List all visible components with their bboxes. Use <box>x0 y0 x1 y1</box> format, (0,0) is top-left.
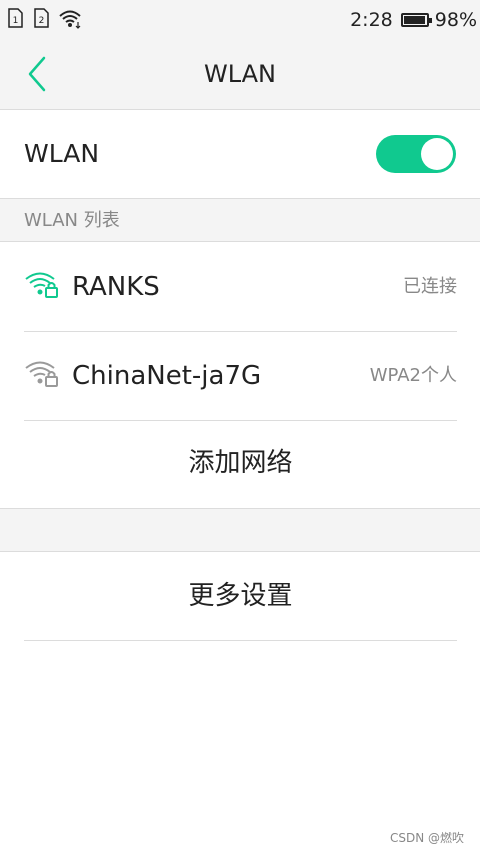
status-time: 2:28 <box>350 9 393 31</box>
wlan-toggle-switch[interactable] <box>376 135 456 173</box>
status-bar: 1 2 2:28 98% <box>0 0 480 40</box>
wlan-list-header: WLAN 列表 <box>0 198 480 242</box>
app-header: WLAN <box>0 40 480 110</box>
wlan-list-title: WLAN 列表 <box>24 210 120 231</box>
battery-icon <box>400 13 432 27</box>
wlan-toggle-label: WLAN <box>24 139 100 168</box>
wifi-lock-icon <box>24 358 60 392</box>
network-ssid: RANKS <box>72 272 160 302</box>
wifi-signal-icon <box>58 8 82 34</box>
network-item-chinanet[interactable]: ChinaNet-ja7G WPA2个人 <box>24 332 457 421</box>
battery-percent: 98% <box>434 9 477 31</box>
status-right: 2:28 98% <box>350 0 477 40</box>
svg-text:2: 2 <box>39 16 45 26</box>
more-settings-button[interactable]: 更多设置 <box>24 552 457 641</box>
wlan-toggle-row[interactable]: WLAN <box>0 110 480 198</box>
network-item-ranks[interactable]: RANKS 已连接 <box>24 243 457 332</box>
svg-text:1: 1 <box>13 16 19 26</box>
add-network-button[interactable]: 添加网络 <box>24 420 457 508</box>
toggle-knob <box>421 138 453 170</box>
network-security: WPA2个人 <box>369 365 457 386</box>
battery-level <box>403 16 426 24</box>
sim1-icon: 1 <box>8 8 23 28</box>
page-title: WLAN <box>203 60 277 88</box>
watermark: CSDN @燃吹 <box>389 831 464 845</box>
network-status: 已连接 <box>403 276 457 297</box>
wifi-lock-icon <box>24 269 60 303</box>
sim2-icon: 2 <box>34 8 49 28</box>
network-ssid: ChinaNet-ja7G <box>72 361 262 391</box>
section-spacer <box>0 508 480 552</box>
